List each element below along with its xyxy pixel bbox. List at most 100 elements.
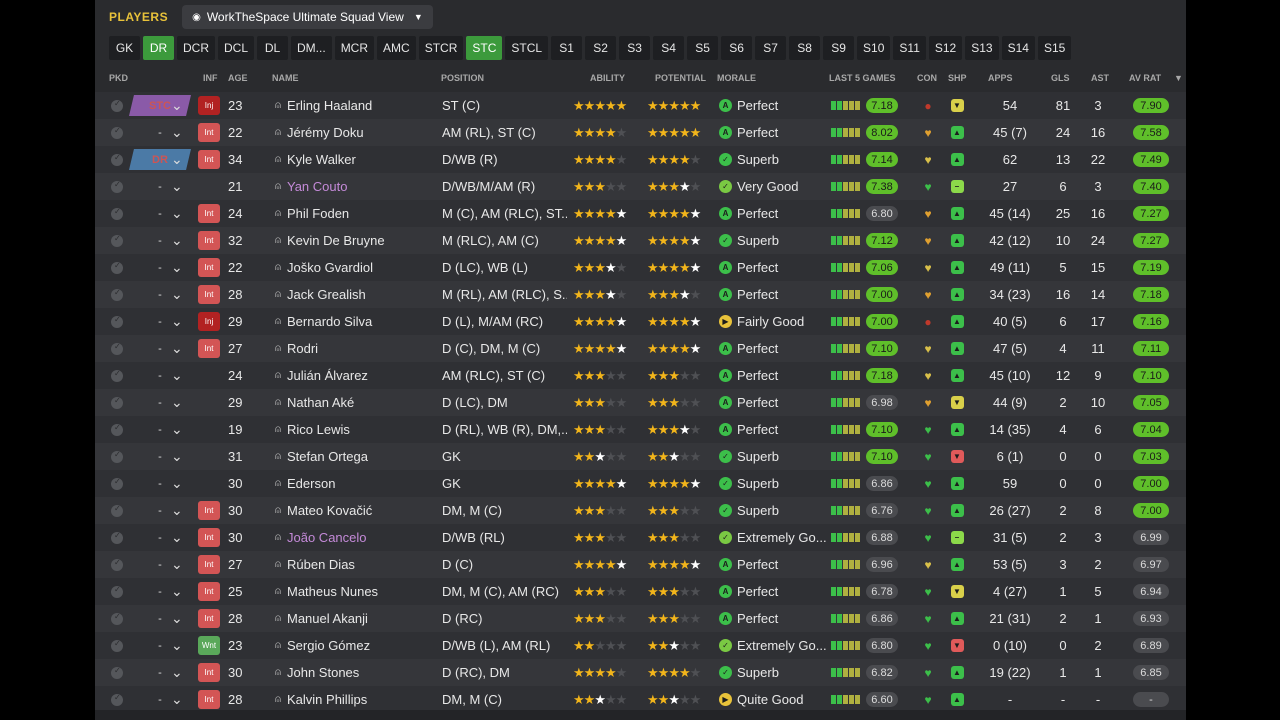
tab-dl[interactable]: DL [257, 36, 289, 60]
table-row[interactable]: -⌄Wnt23⍝Sergio GómezD/WB (L), AM (RL)★★★… [95, 632, 1186, 659]
player-name[interactable]: ⍝ Joško Gvardiol [275, 254, 373, 281]
table-row[interactable]: -⌄21⍝Yan CoutoD/WB/M/AM (R)★★★★★★★★★★✓Ve… [95, 173, 1186, 200]
chevron-down-icon[interactable]: ⌄ [171, 362, 183, 389]
tab-s7[interactable]: S7 [755, 36, 787, 60]
player-name[interactable]: ⍝ Matheus Nunes [275, 578, 378, 605]
pick-checkbox[interactable] [111, 639, 123, 652]
chevron-down-icon[interactable]: ⌄ [171, 416, 183, 443]
pick-checkbox[interactable] [111, 477, 123, 490]
pick-checkbox[interactable] [111, 666, 123, 679]
table-row[interactable]: -⌄Inj29⍝Bernardo SilvaD (L), M/AM (RC)★★… [95, 308, 1186, 335]
player-name-text[interactable]: Kalvin Phillips [287, 692, 367, 707]
player-name-text[interactable]: John Stones [287, 665, 359, 680]
player-name[interactable]: ⍝ Jérémy Doku [275, 119, 364, 146]
chevron-down-icon[interactable]: ⌄ [171, 524, 183, 551]
col-con[interactable]: CON [917, 73, 937, 83]
chevron-down-icon[interactable]: ⌄ [171, 200, 183, 227]
player-name[interactable]: ⍝ Rico Lewis [275, 416, 350, 443]
chevron-down-icon[interactable]: ⌄ [171, 443, 183, 470]
tab-amc[interactable]: AMC [377, 36, 416, 60]
table-row[interactable]: -⌄Int27⍝RodriD (C), DM, M (C)★★★★★★★★★★A… [95, 335, 1186, 362]
player-name[interactable]: ⍝ Rúben Dias [275, 551, 355, 578]
tab-s3[interactable]: S3 [619, 36, 651, 60]
table-row[interactable]: -⌄29⍝Nathan AkéD (LC), DM★★★★★★★★★★APerf… [95, 389, 1186, 416]
chevron-down-icon[interactable]: ⌄ [171, 578, 183, 605]
player-name-text[interactable]: Mateo Kovačić [287, 503, 372, 518]
pick-checkbox[interactable] [111, 585, 123, 598]
pick-checkbox[interactable] [111, 288, 123, 301]
player-name-text[interactable]: Kevin De Bruyne [287, 233, 385, 248]
tab-s4[interactable]: S4 [653, 36, 685, 60]
player-name-text[interactable]: Joško Gvardiol [287, 260, 373, 275]
player-name-text[interactable]: Nathan Aké [287, 395, 354, 410]
chevron-down-icon[interactable]: ⌄ [171, 281, 183, 308]
table-row[interactable]: -⌄Int28⍝Kalvin PhillipsDM, M (C)★★★★★★★★… [95, 686, 1186, 713]
pick-checkbox[interactable] [111, 369, 123, 382]
player-name[interactable]: ⍝ Jack Grealish [275, 281, 366, 308]
chevron-down-icon[interactable]: ⌄ [171, 686, 183, 713]
tab-dcr[interactable]: DCR [177, 36, 215, 60]
chevron-down-icon[interactable]: ⌄ [171, 659, 183, 686]
chevron-down-icon[interactable]: ⌄ [171, 497, 183, 524]
chevron-down-icon[interactable]: ⌄ [171, 308, 183, 335]
table-row[interactable]: -⌄30⍝EdersonGK★★★★★★★★★★✓Superb6.86♥▲590… [95, 470, 1186, 497]
pick-checkbox[interactable] [111, 261, 123, 274]
table-row[interactable]: -⌄Int30⍝João CanceloD/WB (RL)★★★★★★★★★★✓… [95, 524, 1186, 551]
chevron-down-icon[interactable]: ⌄ [171, 551, 183, 578]
tab-stc[interactable]: STC [466, 36, 503, 60]
chevron-down-icon[interactable]: ⌄ [171, 119, 183, 146]
tab-dr[interactable]: DR [143, 36, 174, 60]
tab-s5[interactable]: S5 [687, 36, 719, 60]
pick-checkbox[interactable] [111, 396, 123, 409]
tab-s12[interactable]: S12 [928, 36, 963, 60]
player-name-text[interactable]: Manuel Akanji [287, 611, 368, 626]
table-row[interactable]: -⌄Int25⍝Matheus NunesDM, M (C), AM (RC)★… [95, 578, 1186, 605]
pick-checkbox[interactable] [111, 693, 123, 706]
player-name-text[interactable]: Jack Grealish [287, 287, 366, 302]
table-row[interactable]: -⌄Int24⍝Phil FodenM (C), AM (RLC), ST...… [95, 200, 1186, 227]
player-name[interactable]: ⍝ Bernardo Silva [275, 308, 372, 335]
col-ast[interactable]: AST [1091, 73, 1109, 83]
table-row[interactable]: STC⌄Inj23⍝Erling HaalandST (C)★★★★★★★★★★… [95, 92, 1186, 119]
player-name[interactable]: ⍝ Phil Foden [275, 200, 349, 227]
tab-gk[interactable]: GK [109, 36, 140, 60]
tab-s2[interactable]: S2 [585, 36, 617, 60]
pick-checkbox[interactable] [111, 558, 123, 571]
chevron-down-icon[interactable]: ⌄ [171, 254, 183, 281]
col-last5[interactable]: LAST 5 GAMES [829, 73, 896, 83]
pick-checkbox[interactable] [111, 153, 123, 166]
view-selector[interactable]: ◉ WorkTheSpace Ultimate Squad View ▼ [182, 5, 433, 29]
player-name-text[interactable]: Matheus Nunes [287, 584, 378, 599]
chevron-down-icon[interactable]: ⌄ [171, 173, 183, 200]
player-name[interactable]: ⍝ Rodri [275, 335, 318, 362]
tab-s6[interactable]: S6 [721, 36, 753, 60]
tab-s11[interactable]: S11 [893, 36, 926, 60]
tab-s13[interactable]: S13 [965, 36, 999, 60]
col-avrat[interactable]: AV RAT [1129, 73, 1161, 83]
tab-s15[interactable]: S15 [1037, 36, 1072, 60]
chevron-down-icon[interactable]: ⌄ [171, 146, 183, 173]
tab-s1[interactable]: S1 [551, 36, 583, 60]
table-row[interactable]: -⌄19⍝Rico LewisD (RL), WB (R), DM,...★★★… [95, 416, 1186, 443]
pick-checkbox[interactable] [111, 126, 123, 139]
player-name-text[interactable]: Julián Álvarez [287, 368, 368, 383]
tab-dcl[interactable]: DCL [218, 36, 255, 60]
pick-checkbox[interactable] [111, 531, 123, 544]
player-name[interactable]: ⍝ Mateo Kovačić [275, 497, 372, 524]
col-apps[interactable]: APPS [988, 73, 1013, 83]
col-pkd[interactable]: PKD [109, 73, 128, 83]
player-name[interactable]: ⍝ Ederson [275, 470, 335, 497]
pick-checkbox[interactable] [111, 180, 123, 193]
col-ability[interactable]: ABILITY [590, 73, 625, 83]
pick-checkbox[interactable] [111, 423, 123, 436]
player-name-text[interactable]: Phil Foden [287, 206, 349, 221]
player-name[interactable]: ⍝ Yan Couto [275, 173, 347, 200]
table-row[interactable]: -⌄Int27⍝Rúben DiasD (C)★★★★★★★★★★APerfec… [95, 551, 1186, 578]
table-row[interactable]: -⌄31⍝Stefan OrtegaGK★★★★★★★★★★✓Superb7.1… [95, 443, 1186, 470]
pick-checkbox[interactable] [111, 504, 123, 517]
pick-checkbox[interactable] [111, 342, 123, 355]
player-name-text[interactable]: Bernardo Silva [287, 314, 372, 329]
player-name[interactable]: ⍝ Sergio Gómez [275, 632, 370, 659]
pick-checkbox[interactable] [111, 315, 123, 328]
chevron-down-icon[interactable]: ⌄ [171, 389, 183, 416]
